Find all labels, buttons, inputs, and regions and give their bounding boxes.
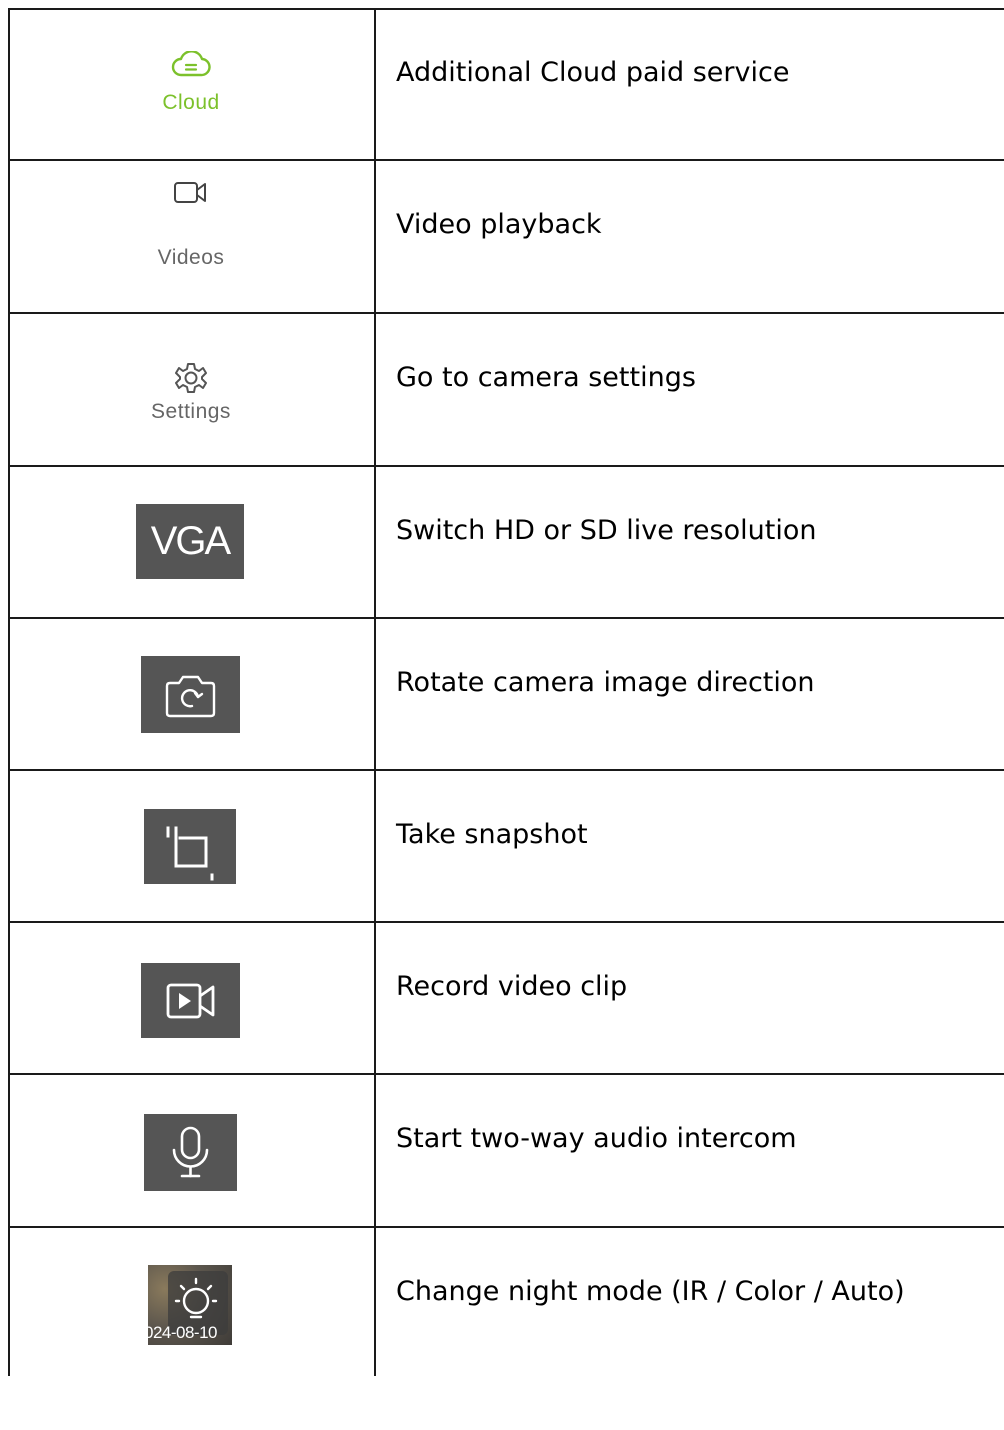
record-button[interactable]	[141, 963, 240, 1038]
cloud-tab-label: Cloud	[162, 91, 220, 114]
feature-description: Change night mode (IR / Color / Auto)	[396, 1276, 905, 1307]
icon-cell: Settings	[8, 314, 374, 466]
icon-cell	[8, 1075, 374, 1227]
record-video-icon	[166, 983, 215, 1019]
table-row: Record video clip	[8, 923, 1004, 1075]
rotate-camera-icon	[165, 675, 216, 718]
icon-cell	[8, 923, 374, 1075]
table-row: 024-08-10 Change night mode (IR / Color …	[8, 1228, 1004, 1380]
table-row: Start two-way audio intercom	[8, 1075, 1004, 1227]
table-row: VGA Switch HD or SD live resolution	[8, 467, 1004, 619]
feature-table: Cloud Additional Cloud paid service Vide…	[0, 0, 1004, 1376]
resolution-label: VGA	[150, 519, 231, 563]
icon-cell: VGA	[8, 467, 374, 619]
crop-snapshot-icon	[166, 826, 214, 881]
icon-cell: Cloud	[8, 9, 374, 161]
timestamp-overlay: 024-08-10	[148, 1323, 218, 1342]
gear-icon	[8, 361, 374, 399]
table-row: Take snapshot	[8, 771, 1004, 923]
night-mode-button[interactable]: 024-08-10	[148, 1265, 232, 1345]
video-camera-icon	[8, 179, 374, 211]
table-row: Cloud Additional Cloud paid service	[8, 9, 1004, 161]
cloud-icon	[8, 50, 374, 83]
icon-cell	[8, 619, 374, 771]
resolution-button[interactable]: VGA	[136, 504, 244, 579]
icon-cell: 024-08-10	[8, 1228, 374, 1380]
settings-tab-label: Settings	[151, 400, 231, 423]
icon-cell	[8, 771, 374, 923]
microphone-button[interactable]	[144, 1114, 237, 1191]
table-row: Videos Video playback	[8, 161, 1004, 313]
table-row: Rotate camera image direction	[8, 619, 1004, 771]
rotate-camera-button[interactable]	[141, 656, 240, 733]
microphone-icon	[172, 1126, 209, 1178]
icon-cell: Videos	[8, 161, 374, 313]
snapshot-button[interactable]	[144, 809, 236, 884]
videos-tab-label: Videos	[157, 246, 225, 269]
table-row: Settings Go to camera settings	[8, 314, 1004, 466]
